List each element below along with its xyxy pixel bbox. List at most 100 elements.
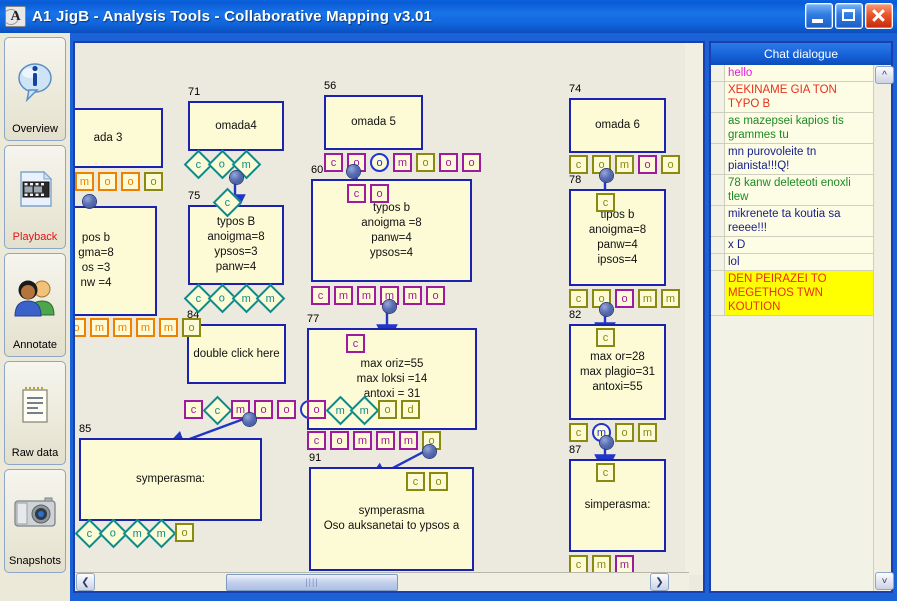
chat-scroll-up-button[interactable]: ^ — [875, 66, 894, 84]
map-node[interactable]: ada 3 — [75, 108, 163, 168]
node-marker-m[interactable]: m — [136, 318, 155, 337]
node-marker-o[interactable]: o — [615, 289, 634, 308]
node-marker-m[interactable]: m — [334, 286, 353, 305]
node-marker-c[interactable]: c — [202, 395, 233, 426]
chat-message[interactable]: as mazepsei kapios tis grammes tu — [711, 113, 873, 144]
sidebar-item-raw-data[interactable]: Raw data — [4, 361, 66, 465]
scroll-left-button[interactable]: ❮ — [76, 573, 95, 591]
map-node[interactable]: typos b anoigma =8 panw=4 ypsos=4 — [311, 179, 472, 282]
node-marker-o[interactable]: o — [307, 400, 326, 419]
node-marker-m[interactable]: m — [393, 153, 412, 172]
node-marker-m[interactable]: m — [159, 318, 178, 337]
link-handle-knob[interactable] — [347, 165, 360, 178]
link-handle-knob[interactable] — [383, 300, 396, 313]
node-marker-o[interactable]: o — [254, 400, 273, 419]
node-marker-c[interactable]: c — [347, 184, 366, 203]
link-handle-knob[interactable] — [230, 171, 243, 184]
node-marker-c[interactable]: c — [569, 155, 588, 174]
node-marker-c[interactable]: c — [184, 400, 203, 419]
node-marker-o[interactable]: o — [378, 400, 397, 419]
node-marker-m[interactable]: m — [353, 431, 372, 450]
node-marker-o[interactable]: o — [370, 153, 389, 172]
node-marker-c[interactable]: c — [569, 289, 588, 308]
node-marker-c[interactable]: c — [324, 153, 343, 172]
node-marker-o[interactable]: o — [277, 400, 296, 419]
hscroll-thumb[interactable]: |||| — [226, 573, 398, 591]
close-button[interactable] — [865, 3, 893, 29]
chat-message[interactable]: x D — [711, 237, 873, 254]
node-marker-m[interactable]: m — [399, 431, 418, 450]
node-marker-o[interactable]: o — [661, 155, 680, 174]
node-marker-o[interactable]: o — [416, 153, 435, 172]
node-marker-m[interactable]: m — [403, 286, 422, 305]
chat-message[interactable]: 78 kanw deleteoti enoxli tlew — [711, 175, 873, 206]
map-node[interactable]: typos B anoigma=8 ypsos=3 panw=4 — [188, 205, 284, 285]
node-marker-c[interactable]: c — [596, 328, 615, 347]
sidebar-item-playback[interactable]: Playback — [4, 145, 66, 249]
map-node[interactable]: symperasma Oso auksanetai to ypsos a — [309, 467, 474, 571]
link-handle-knob[interactable] — [600, 303, 613, 316]
link-handle-knob[interactable] — [423, 445, 436, 458]
node-marker-o[interactable]: o — [182, 318, 201, 337]
map-node[interactable]: max or=28 max plagio=31 antoxi=55 — [569, 324, 666, 420]
node-marker-m[interactable]: m — [146, 518, 177, 549]
sidebar-item-snapshots[interactable]: Snapshots — [4, 469, 66, 573]
chat-message[interactable]: mikrenete ta koutia sa reeee!!! — [711, 206, 873, 237]
map-node[interactable]: symperasma: — [79, 438, 262, 521]
mapping-canvas[interactable]: ada 3 pos b gma=8 os =3 nw =4 71 omada4 75 ty… — [75, 43, 689, 575]
map-node[interactable]: tipos b anoigma=8 panw=4 ipsos=4 — [569, 189, 666, 286]
node-marker-m[interactable]: m — [661, 289, 680, 308]
node-marker-m[interactable]: m — [90, 318, 109, 337]
node-marker-o[interactable]: o — [638, 155, 657, 174]
node-marker-o[interactable]: o — [175, 523, 194, 542]
node-marker-o[interactable]: o — [98, 172, 117, 191]
node-marker-o[interactable]: o — [370, 184, 389, 203]
node-marker-m[interactable]: m — [376, 431, 395, 450]
maximize-button[interactable] — [835, 3, 863, 29]
node-marker-m[interactable]: m — [638, 289, 657, 308]
node-marker-c[interactable]: c — [569, 423, 588, 442]
link-handle-knob[interactable] — [600, 169, 613, 182]
node-marker-o[interactable]: o — [144, 172, 163, 191]
node-marker-o[interactable]: o — [429, 472, 448, 491]
node-marker-m[interactable]: m — [113, 318, 132, 337]
node-marker-c[interactable]: c — [596, 463, 615, 482]
node-marker-o[interactable]: o — [75, 318, 86, 337]
chat-message[interactable]: DEN PEIRAZEI TO MEGETHOS TWN KOUTION — [711, 271, 873, 316]
chat-message[interactable]: mn purovoleite tn pianista!!!Q! — [711, 144, 873, 175]
link-handle-knob[interactable] — [83, 195, 96, 208]
map-node[interactable]: omada4 — [188, 101, 284, 151]
node-marker-c[interactable]: c — [406, 472, 425, 491]
node-marker-c[interactable]: c — [596, 193, 615, 212]
link-handle-knob[interactable] — [243, 413, 256, 426]
node-marker-o[interactable]: o — [330, 431, 349, 450]
node-marker-m[interactable]: m — [75, 172, 94, 191]
sidebar-item-overview[interactable]: Overview — [4, 37, 66, 141]
map-node[interactable]: omada 6 — [569, 98, 666, 153]
sidebar-item-annotate[interactable]: Annotate — [4, 253, 66, 357]
node-marker-c[interactable]: c — [307, 431, 326, 450]
canvas-vertical-scrollbar[interactable] — [685, 43, 703, 575]
map-node[interactable]: omada 5 — [324, 95, 423, 150]
node-marker-m[interactable]: m — [638, 423, 657, 442]
node-marker-o[interactable]: o — [615, 423, 634, 442]
node-marker-o[interactable]: o — [426, 286, 445, 305]
link-handle-knob[interactable] — [600, 436, 613, 449]
node-marker-m[interactable]: m — [615, 155, 634, 174]
map-node[interactable]: double click here — [187, 324, 286, 384]
scroll-right-button[interactable]: ❯ — [650, 573, 669, 591]
map-node[interactable]: simperasma: — [569, 459, 666, 552]
node-marker-o[interactable]: o — [439, 153, 458, 172]
node-marker-d[interactable]: d — [401, 400, 420, 419]
node-marker-c[interactable]: c — [311, 286, 330, 305]
chat-message[interactable]: lol — [711, 254, 873, 271]
chat-message-list[interactable]: hello XEKINAME GIA TON TYPO Bas mazepsei … — [711, 65, 873, 591]
node-marker-m[interactable]: m — [255, 283, 286, 314]
node-marker-o[interactable]: o — [121, 172, 140, 191]
node-marker-o[interactable]: o — [462, 153, 481, 172]
chat-message[interactable]: hello — [711, 65, 873, 82]
chat-message[interactable]: XEKINAME GIA TON TYPO B — [711, 82, 873, 113]
map-node[interactable]: pos b gma=8 os =3 nw =4 — [75, 206, 157, 316]
node-marker-m[interactable]: m — [357, 286, 376, 305]
canvas-horizontal-scrollbar[interactable]: ❮ |||| ❯ — [75, 572, 689, 591]
